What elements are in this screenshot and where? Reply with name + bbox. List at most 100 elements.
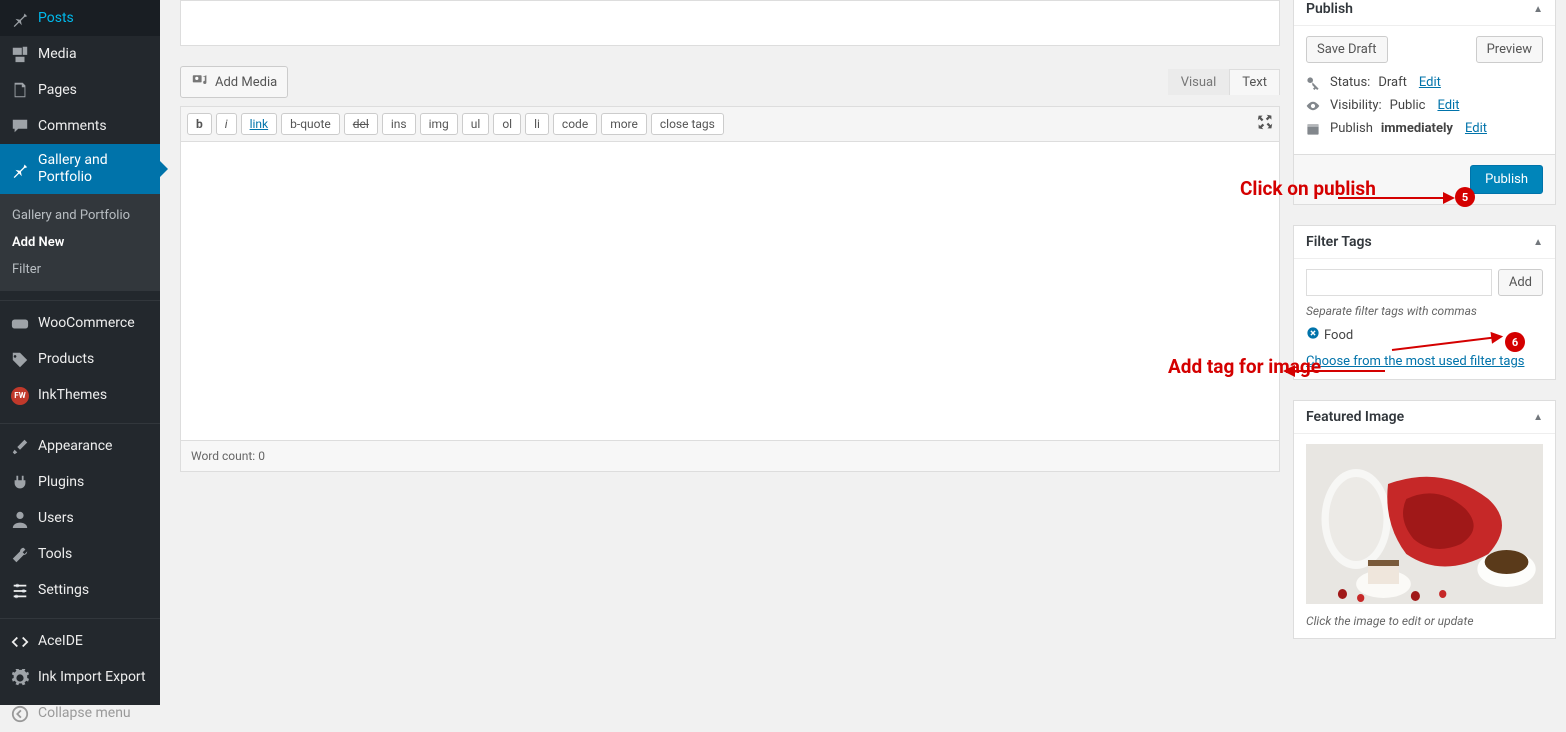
qt-bold[interactable]: b xyxy=(187,113,212,135)
sidebar-item-comments[interactable]: Comments xyxy=(0,108,160,144)
featured-image-caption: Click the image to edit or update xyxy=(1306,614,1543,628)
sliders-icon xyxy=(10,581,30,601)
sidebar-label: Comments xyxy=(38,118,150,135)
featured-image-title: Featured Image xyxy=(1306,409,1404,425)
submenu-add-new[interactable]: Add New xyxy=(0,229,160,256)
publish-button[interactable]: Publish xyxy=(1470,165,1543,194)
choose-tags-link[interactable]: Choose from the most used filter tags xyxy=(1306,354,1524,369)
sidebar-separator xyxy=(0,296,160,301)
sidebar-item-plugins[interactable]: Plugins xyxy=(0,465,160,501)
quicktags-toolbar: b i link b-quote del ins img ul ol li co… xyxy=(180,106,1280,141)
toggle-icon[interactable]: ▲ xyxy=(1533,4,1543,15)
qt-close-tags[interactable]: close tags xyxy=(651,113,724,135)
featured-image-thumbnail[interactable] xyxy=(1306,444,1543,604)
tag-input[interactable] xyxy=(1306,269,1492,296)
annotation-badge-6: 6 xyxy=(1505,332,1525,352)
pages-icon xyxy=(10,80,30,100)
sidebar-label: Pages xyxy=(38,82,150,99)
tab-visual[interactable]: Visual xyxy=(1168,69,1230,95)
sidebar-collapse[interactable]: Collapse menu xyxy=(0,696,160,732)
sidebar-item-settings[interactable]: Settings xyxy=(0,573,160,609)
qt-bquote[interactable]: b-quote xyxy=(281,113,340,135)
schedule-label: Publish xyxy=(1330,121,1373,136)
sidebar-separator xyxy=(0,419,160,424)
tag-icon xyxy=(10,350,30,370)
brush-icon xyxy=(10,437,30,457)
qt-del[interactable]: del xyxy=(344,113,378,135)
sidebar-item-inkthemes[interactable]: FW InkThemes xyxy=(0,378,160,414)
annotation-text-6: Add tag for image xyxy=(1168,356,1321,378)
qt-ins[interactable]: ins xyxy=(382,113,416,135)
edit-status-link[interactable]: Edit xyxy=(1419,75,1441,90)
publish-box: Publish ▲ Save Draft Preview Status: Dra… xyxy=(1293,0,1556,205)
media-icon xyxy=(10,44,30,64)
title-input[interactable] xyxy=(180,0,1280,46)
toggle-icon[interactable]: ▲ xyxy=(1533,412,1543,423)
sidebar-label: Appearance xyxy=(38,438,150,455)
sidebar-item-aceide[interactable]: AceIDE xyxy=(0,624,160,660)
qt-italic[interactable]: i xyxy=(216,113,237,135)
sidebar-label: InkThemes xyxy=(38,387,150,404)
add-tag-button[interactable]: Add xyxy=(1498,269,1543,296)
edit-schedule-link[interactable]: Edit xyxy=(1465,121,1487,136)
tag-label: Food xyxy=(1324,328,1353,343)
sidebar-item-pages[interactable]: Pages xyxy=(0,72,160,108)
filter-tags-title: Filter Tags xyxy=(1306,234,1372,250)
remove-tag-icon[interactable] xyxy=(1306,326,1320,344)
word-count-label: Word count: xyxy=(191,449,255,463)
sidebar-item-products[interactable]: Products xyxy=(0,342,160,378)
sidebar-label: Media xyxy=(38,46,150,63)
add-media-button[interactable]: Add Media xyxy=(180,66,288,98)
collapse-icon xyxy=(10,704,30,724)
camera-music-icon xyxy=(191,72,209,92)
sidebar-label: AceIDE xyxy=(38,633,150,650)
pushpin-icon xyxy=(10,159,30,179)
sidebar-label: Settings xyxy=(38,582,150,599)
qt-ul[interactable]: ul xyxy=(462,113,490,135)
toggle-icon[interactable]: ▲ xyxy=(1533,237,1543,248)
submenu-filter[interactable]: Filter xyxy=(0,256,160,283)
qt-ol[interactable]: ol xyxy=(493,113,521,135)
sidebar-separator xyxy=(0,614,160,619)
tab-text[interactable]: Text xyxy=(1229,69,1280,95)
sidebar-item-gallery-portfolio[interactable]: Gallery and Portfolio xyxy=(0,144,160,194)
annotation-arrow-5 xyxy=(1338,197,1453,199)
gear-icon xyxy=(10,668,30,688)
sidebar-label: Posts xyxy=(38,10,150,27)
key-icon xyxy=(1306,76,1322,90)
preview-button[interactable]: Preview xyxy=(1476,36,1543,63)
active-arrow-icon xyxy=(160,161,168,177)
edit-visibility-link[interactable]: Edit xyxy=(1437,98,1459,113)
sidebar-item-media[interactable]: Media xyxy=(0,36,160,72)
woocommerce-icon xyxy=(10,314,30,334)
qt-img[interactable]: img xyxy=(420,113,458,135)
admin-sidebar: Posts Media Pages Comments Gallery and P… xyxy=(0,0,160,705)
schedule-value: immediately xyxy=(1381,121,1453,136)
sidebar-item-woocommerce[interactable]: WooCommerce xyxy=(0,306,160,342)
wrench-icon xyxy=(10,545,30,565)
sidebar-submenu: Gallery and Portfolio Add New Filter xyxy=(0,194,160,291)
content-textarea[interactable] xyxy=(180,141,1280,441)
sidebar-item-users[interactable]: Users xyxy=(0,501,160,537)
comments-icon xyxy=(10,116,30,136)
sidebar-item-tools[interactable]: Tools xyxy=(0,537,160,573)
qt-link[interactable]: link xyxy=(241,113,278,135)
visibility-value: Public xyxy=(1390,98,1426,113)
qt-li[interactable]: li xyxy=(525,113,549,135)
qt-more[interactable]: more xyxy=(601,113,647,135)
editor-status-bar: Word count: 0 xyxy=(180,441,1280,472)
annotation-arrow-6-left xyxy=(1285,370,1385,372)
annotation-badge-5: 5 xyxy=(1455,187,1475,207)
sidebar-item-appearance[interactable]: Appearance xyxy=(0,429,160,465)
editor-tabs: Visual Text xyxy=(1168,69,1280,95)
publish-title: Publish xyxy=(1306,1,1353,17)
qt-code[interactable]: code xyxy=(553,113,597,135)
calendar-icon xyxy=(1306,122,1322,136)
eye-icon xyxy=(1306,99,1322,113)
sidebar-item-ink-import-export[interactable]: Ink Import Export xyxy=(0,660,160,696)
fullscreen-icon[interactable] xyxy=(1257,114,1273,134)
save-draft-button[interactable]: Save Draft xyxy=(1306,36,1388,63)
user-icon xyxy=(10,509,30,529)
sidebar-item-posts[interactable]: Posts xyxy=(0,0,160,36)
submenu-gallery-portfolio[interactable]: Gallery and Portfolio xyxy=(0,202,160,229)
